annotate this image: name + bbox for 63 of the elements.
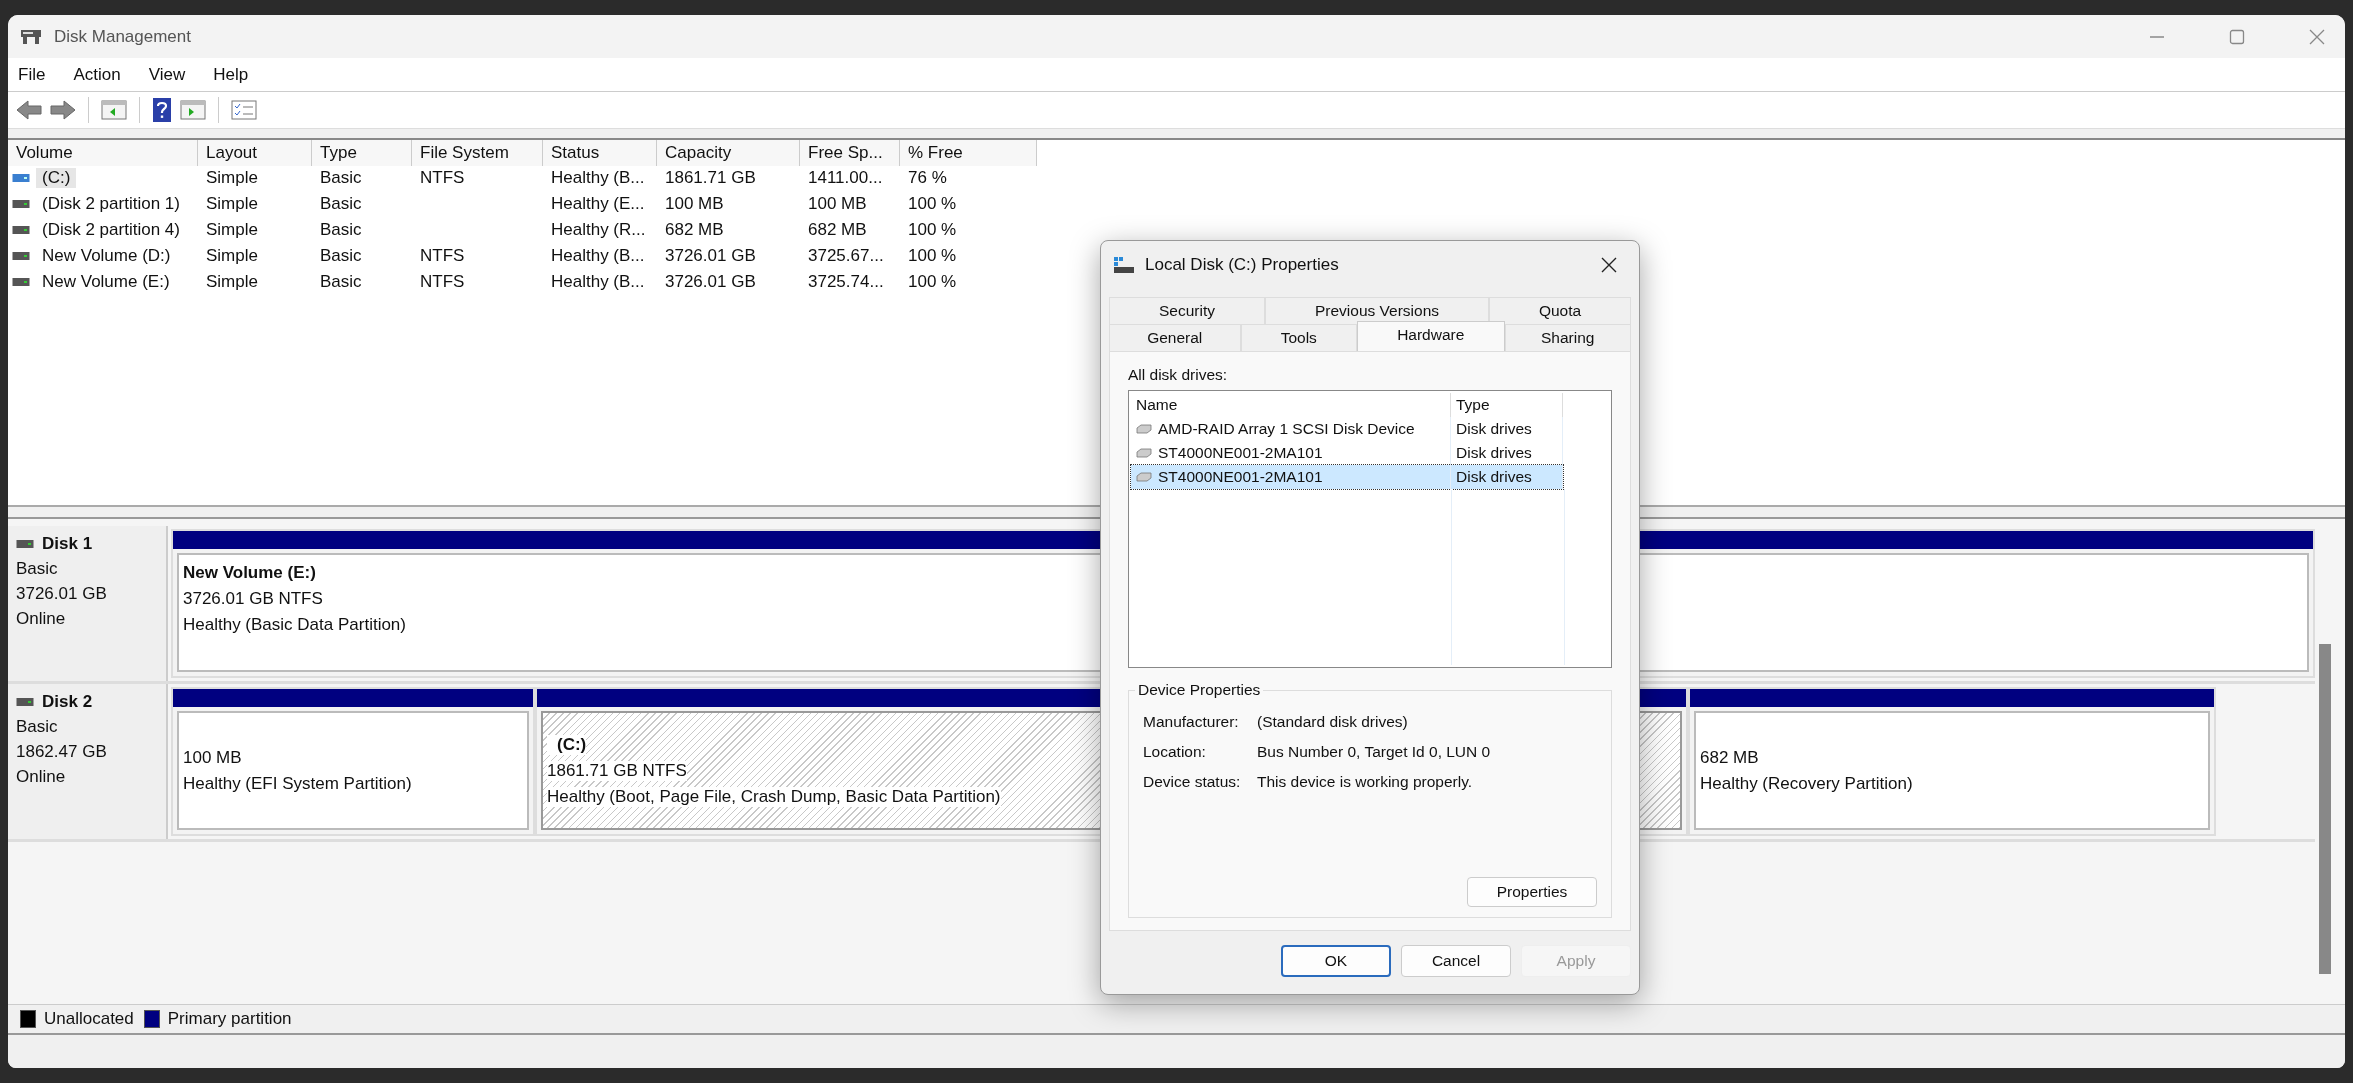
disk-name: Disk 1 [42, 534, 93, 554]
disk-type: Basic [16, 559, 59, 579]
table-cell: 682 MB [665, 220, 724, 239]
partition-size: 1861.71 GB NTFS [547, 760, 687, 781]
disk-name: Disk 2 [42, 692, 93, 712]
legend-label: Primary partition [167, 1009, 292, 1029]
table-cell: 3725.74... [808, 272, 884, 291]
field-value: This device is working properly. [1257, 773, 1473, 791]
table-cell: Healthy (B... [551, 272, 645, 291]
table-cell: Simple [206, 168, 258, 187]
table-cell: 100 % [908, 272, 957, 291]
group-title: Device Properties [1135, 681, 1264, 699]
window-title: Disk Management [54, 26, 191, 47]
table-cell: 3726.01 GB [665, 246, 756, 265]
disk-status: Online [16, 609, 67, 629]
table-cell: Basic [320, 194, 362, 213]
dialog-title: Local Disk (C:) Properties [1145, 255, 1339, 275]
table-cell: Simple [206, 246, 258, 265]
partition-status: Healthy (Recovery Partition) [1700, 773, 1914, 794]
table-cell: Simple [206, 194, 258, 213]
list-label: All disk drives: [1128, 366, 1229, 384]
table-cell: Simple [206, 272, 258, 291]
field-label: Manufacturer: [1143, 713, 1240, 731]
table-cell: NTFS [420, 168, 465, 187]
partition-title: New Volume (E:) [183, 563, 317, 583]
table-cell: 100 MB [665, 194, 724, 213]
partition-size: 3726.01 GB NTFS [183, 589, 324, 609]
table-cell: 3726.01 GB [665, 272, 756, 291]
table-cell: Basic [320, 246, 362, 265]
table-cell: 3725.67... [808, 246, 884, 265]
partition-size: 100 MB [183, 747, 243, 768]
table-cell: Healthy (B... [551, 246, 645, 265]
field-label: Location: [1143, 743, 1207, 761]
table-cell: NTFS [420, 246, 465, 265]
disk-type: Basic [16, 717, 59, 737]
table-cell: 100 % [908, 220, 957, 239]
table-cell: Healthy (B... [551, 168, 645, 187]
table-cell: Basic [320, 272, 362, 291]
field-value: Bus Number 0, Target Id 0, LUN 0 [1257, 743, 1491, 761]
partition-status: Healthy (Boot, Page File, Crash Dump, Basic Data Partition) [547, 786, 1001, 807]
disk-size: 3726.01 GB [16, 584, 108, 604]
field-label: Device status: [1143, 773, 1242, 791]
legend-label: Unallocated [44, 1009, 134, 1029]
table-cell: Healthy (E... [551, 194, 645, 213]
table-cell: 76 % [908, 168, 947, 187]
table-cell: Basic [320, 168, 362, 187]
partition-size: 682 MB [1700, 747, 1760, 768]
disk-status: Online [16, 767, 67, 787]
table-cell: 100 % [908, 246, 957, 265]
table-cell: Healthy (R... [551, 220, 646, 239]
table-cell: Simple [206, 220, 258, 239]
table-cell: 100 MB [808, 194, 867, 213]
partition-status: Healthy (EFI System Partition) [183, 773, 413, 794]
partition-status: Healthy (Basic Data Partition) [183, 615, 407, 635]
table-cell: 682 MB [808, 220, 867, 239]
field-value: (Standard disk drives) [1257, 713, 1408, 731]
partition-title: (C:) [547, 734, 587, 755]
table-cell: Basic [320, 220, 362, 239]
table-cell: NTFS [420, 272, 465, 291]
disk-size: 1862.47 GB [16, 742, 108, 762]
table-cell: 1861.71 GB [665, 168, 756, 187]
table-cell: 100 % [908, 194, 957, 213]
table-cell: 1411.00... [808, 168, 883, 187]
